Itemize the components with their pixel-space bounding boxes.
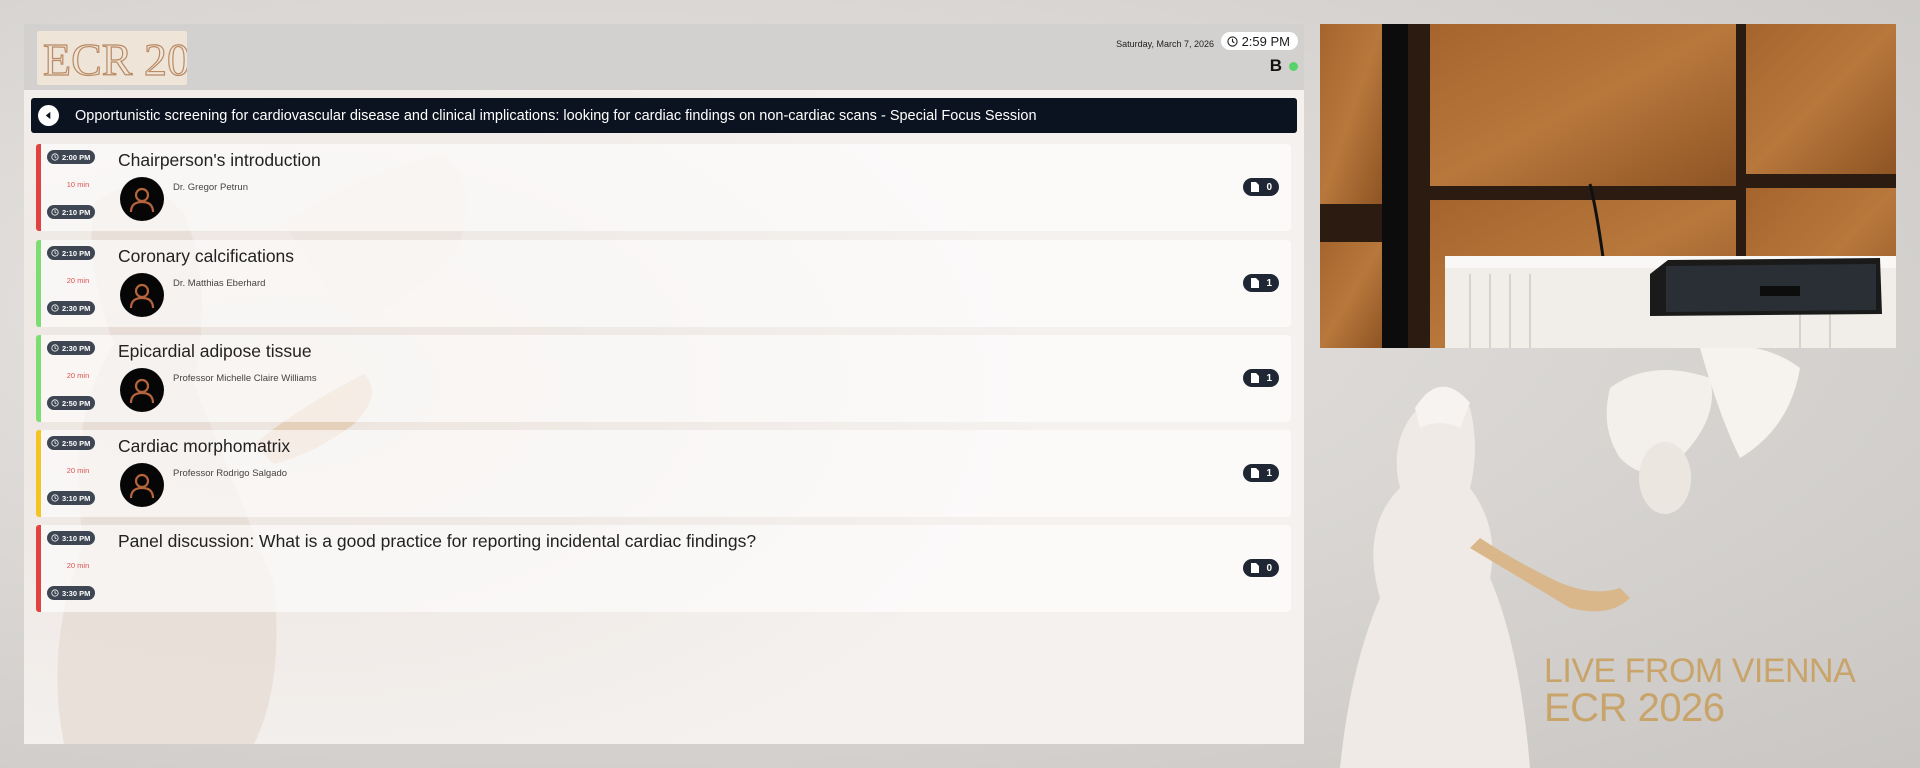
documents-count: 1 <box>1266 467 1272 479</box>
talk-title: Cardiac morphomatrix <box>118 436 291 456</box>
session-title-bar: Opportunistic screening for cardiovascul… <box>31 98 1297 133</box>
documents-button[interactable]: 0 <box>1243 559 1279 577</box>
speaker-name: Dr. Matthias Eberhard <box>173 278 266 289</box>
document-icon <box>1251 373 1260 383</box>
speaker-avatar <box>120 368 164 412</box>
talk-title: Chairperson's introduction <box>118 150 321 170</box>
speaker-avatar <box>120 463 164 507</box>
talk-title: Coronary calcifications <box>118 246 295 266</box>
back-button[interactable] <box>38 105 59 126</box>
document-icon <box>1251 278 1260 288</box>
duration-label: 20 min <box>66 466 90 475</box>
clock-icon <box>51 589 59 597</box>
clock-icon <box>51 534 59 542</box>
status-bar <box>36 335 41 422</box>
podium-video-frame <box>1320 24 1896 348</box>
document-icon <box>1251 182 1260 192</box>
documents-button[interactable]: 0 <box>1243 178 1279 196</box>
end-time-pill: 3:10 PM <box>47 491 96 505</box>
room-badge: B <box>1269 56 1282 75</box>
promo-line-2: ECR 2026 <box>1544 686 1725 730</box>
documents-count: 1 <box>1266 372 1272 384</box>
documents-button[interactable]: 1 <box>1243 369 1279 387</box>
speaker-name: Professor Michelle Claire Williams <box>173 373 317 384</box>
promo-text: LIVE FROM VIENNA ECR 2026 <box>1544 652 1856 730</box>
svg-text:ECR 2026: ECR 2026 <box>43 34 187 85</box>
ecr-logo: ECR 2026 <box>37 31 237 86</box>
session-title: Opportunistic screening for cardiovascul… <box>75 107 1037 124</box>
documents-count: 0 <box>1266 562 1272 574</box>
status-bar <box>36 240 41 327</box>
documents-button[interactable]: 1 <box>1243 464 1279 482</box>
clock-icon <box>51 344 59 352</box>
talk-row[interactable]: 3:10 PM 20 min 3:30 PM Panel discussion:… <box>36 525 1291 612</box>
user-icon <box>129 473 155 499</box>
start-time-pill: 2:10 PM <box>47 246 96 260</box>
talk-row[interactable]: 2:30 PM 20 min 2:50 PM Epicardial adipos… <box>36 335 1291 422</box>
speaker-avatar <box>120 177 164 221</box>
duration-label: 20 min <box>66 371 90 380</box>
clock-icon <box>51 208 59 216</box>
clock-icon <box>51 304 59 312</box>
start-time-pill: 3:10 PM <box>47 531 96 545</box>
clock-icon <box>51 249 59 257</box>
documents-button[interactable]: 1 <box>1243 274 1279 292</box>
end-time-pill: 2:10 PM <box>47 205 96 219</box>
end-time-pill: 3:30 PM <box>47 586 96 600</box>
user-icon <box>129 378 155 404</box>
end-time-pill: 2:50 PM <box>47 396 96 410</box>
duration-label: 20 min <box>66 561 90 570</box>
live-video-feed[interactable] <box>1320 24 1896 348</box>
clock-time: 2:59 PM <box>1241 33 1290 49</box>
speaker-name: Professor Rodrigo Salgado <box>173 468 288 479</box>
promo-banner: LIVE FROM VIENNA ECR 2026 <box>1320 348 1920 768</box>
header-bar: ECR 2026 Saturday, March 7, 2026 2:59 PM… <box>24 24 1304 90</box>
document-icon <box>1251 563 1260 573</box>
start-time-pill: 2:50 PM <box>47 436 96 450</box>
talk-title: Panel discussion: What is a good practic… <box>118 531 757 551</box>
end-time-pill: 2:30 PM <box>47 301 96 315</box>
documents-count: 1 <box>1266 277 1272 289</box>
live-status-dot <box>1289 62 1298 71</box>
clock-icon <box>51 153 59 161</box>
clock-icon <box>1226 35 1238 47</box>
speaker-avatar <box>120 273 164 317</box>
date-label: Saturday, March 7, 2026 <box>1116 39 1214 49</box>
clock-display: 2:59 PM <box>1220 32 1298 50</box>
status-bar <box>36 144 41 231</box>
clock-icon <box>51 439 59 447</box>
talk-row[interactable]: 2:00 PM 10 min 2:10 PM Chairperson's int… <box>36 144 1291 231</box>
user-icon <box>129 283 155 309</box>
start-time-pill: 2:30 PM <box>47 341 96 355</box>
document-icon <box>1251 468 1260 478</box>
talk-row[interactable]: 2:50 PM 20 min 3:10 PM Cardiac morphomat… <box>36 430 1291 517</box>
clock-icon <box>51 399 59 407</box>
talk-row[interactable]: 2:10 PM 20 min 2:30 PM Coronary calcific… <box>36 240 1291 327</box>
status-bar <box>36 525 41 612</box>
chevron-left-icon <box>45 111 51 120</box>
talk-title: Epicardial adipose tissue <box>118 341 312 361</box>
speaker-name: Dr. Gregor Petrun <box>173 182 248 193</box>
clock-icon <box>51 494 59 502</box>
duration-label: 20 min <box>66 276 90 285</box>
agenda-panel: ECR 2026 Saturday, March 7, 2026 2:59 PM… <box>24 24 1304 744</box>
status-bar <box>36 430 41 517</box>
start-time-pill: 2:00 PM <box>47 150 96 164</box>
duration-label: 10 min <box>66 180 90 189</box>
promo-line-1: LIVE FROM VIENNA <box>1544 652 1856 690</box>
user-icon <box>129 187 155 213</box>
documents-count: 0 <box>1266 181 1272 193</box>
